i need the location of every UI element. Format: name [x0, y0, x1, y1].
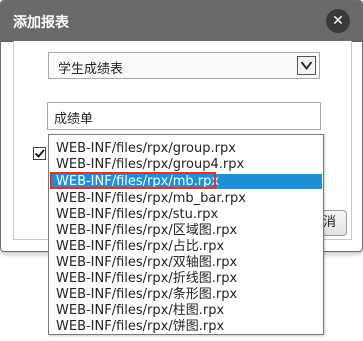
dropdown-option[interactable]: WEB-INF/files/rpx/占比.rpx: [50, 239, 322, 254]
report-select-value: 学生成绩表: [58, 62, 124, 77]
dropdown-option[interactable]: WEB-INF/files/rpx/group.rpx: [50, 141, 322, 156]
dialog-titlebar: 添加报表 ✕: [1, 1, 362, 42]
report-select[interactable]: 学生成绩表: [48, 52, 320, 79]
dropdown-option[interactable]: WEB-INF/files/rpx/双轴图.rpx: [50, 255, 322, 270]
dropdown-option[interactable]: WEB-INF/files/rpx/group4.rpx: [50, 157, 322, 172]
dropdown-option[interactable]: WEB-INF/files/rpx/条形图.rpx: [50, 287, 322, 302]
dropdown-option[interactable]: WEB-INF/files/rpx/柱图.rpx: [50, 303, 322, 318]
report-name-input[interactable]: 成绩单: [47, 102, 321, 130]
close-icon: ✕: [332, 13, 344, 29]
dropdown-option[interactable]: WEB-INF/files/rpx/stu.rpx: [50, 207, 322, 222]
dropdown-option[interactable]: WEB-INF/files/rpx/折线图.rpx: [50, 271, 322, 286]
option-checkbox[interactable]: [33, 147, 46, 160]
dialog-title: 添加报表: [13, 15, 69, 31]
close-button[interactable]: ✕: [326, 9, 350, 33]
dropdown-option[interactable]: WEB-INF/files/rpx/mb_bar.rpx: [50, 191, 322, 206]
dropdown-option-selected[interactable]: WEB-INF/files/rpx/mb.rpx: [50, 174, 322, 189]
dropdown-option[interactable]: WEB-INF/files/rpx/饼图.rpx: [50, 319, 322, 334]
chevron-down-icon[interactable]: [297, 56, 316, 75]
file-dropdown-list[interactable]: WEB-INF/files/rpx/group.rpx WEB-INF/file…: [48, 134, 324, 335]
dropdown-option[interactable]: WEB-INF/files/rpx/区域图.rpx: [50, 223, 322, 238]
